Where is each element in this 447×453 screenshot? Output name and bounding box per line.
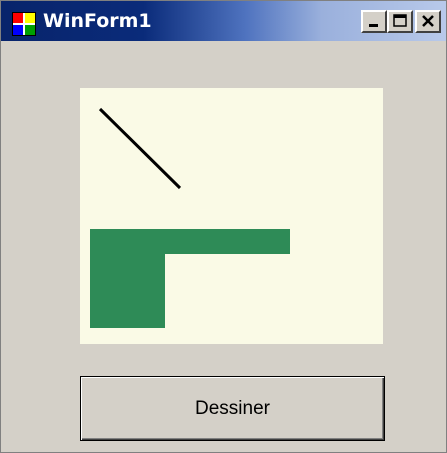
- minimize-button[interactable]: [361, 10, 387, 33]
- minimize-icon: [369, 24, 378, 27]
- app-window-icon[interactable]: [12, 12, 36, 36]
- drawn-green-l-shape: [90, 229, 290, 328]
- drawn-diagonal-line: [98, 107, 182, 190]
- close-button[interactable]: [415, 10, 441, 33]
- maximize-button[interactable]: [387, 10, 413, 33]
- draw-button[interactable]: Dessiner: [80, 376, 385, 441]
- close-icon: [422, 15, 434, 27]
- maximize-icon: [393, 14, 407, 27]
- window-title: WinForm1: [43, 10, 152, 32]
- winform-window: WinForm1 Dessiner: [0, 0, 447, 453]
- title-bar[interactable]: WinForm1: [1, 1, 446, 41]
- drawing-surface: [90, 107, 290, 328]
- drawing-canvas: [80, 88, 383, 344]
